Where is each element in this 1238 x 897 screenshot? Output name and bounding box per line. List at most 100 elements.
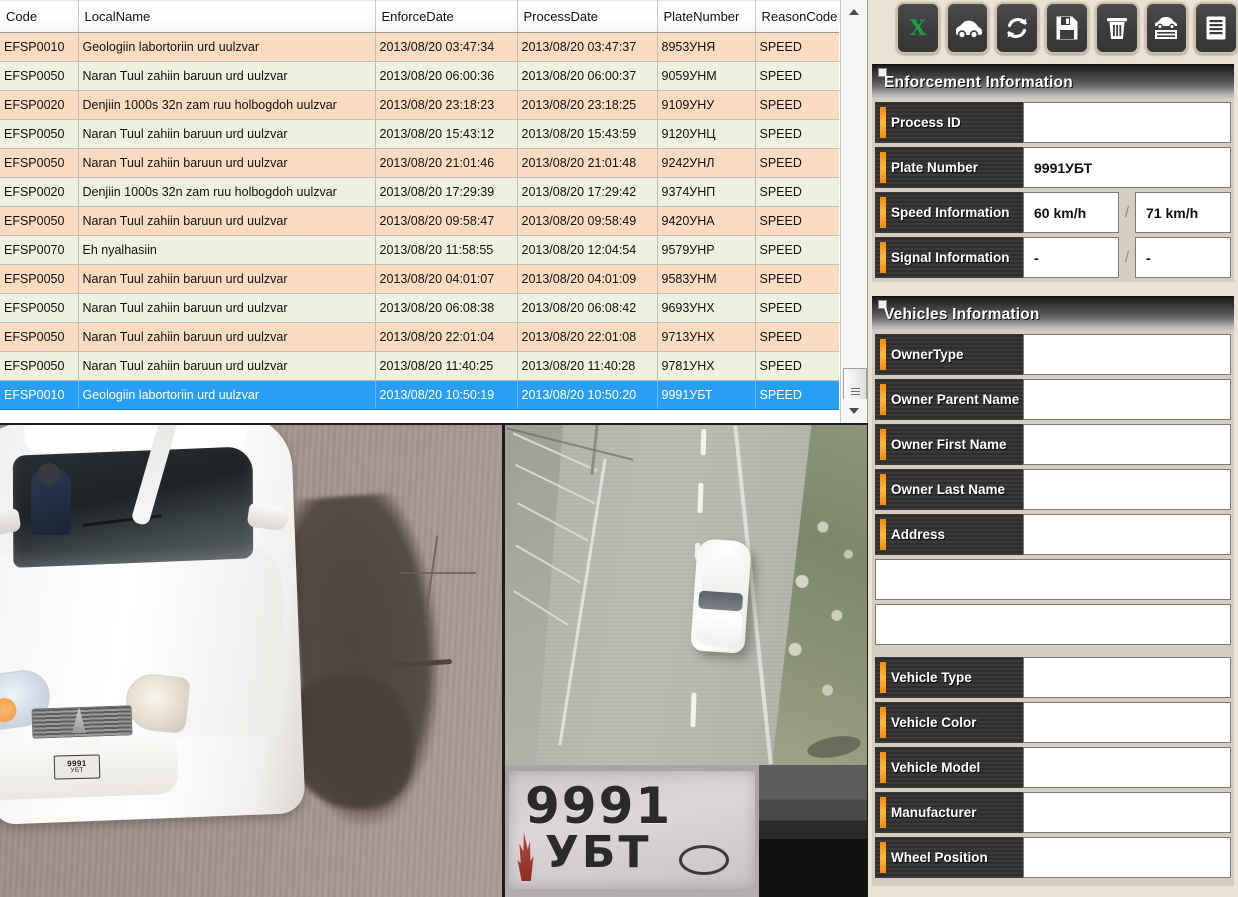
- plate-number-label: Plate Number: [891, 160, 979, 175]
- manufacturer-input[interactable]: [1023, 792, 1231, 833]
- field-row-address: Address: [875, 514, 1231, 555]
- column-header-platenumber[interactable]: PlateNumber: [657, 0, 756, 33]
- vehicle-type-label-cell: Vehicle Type: [875, 657, 1023, 698]
- plate-number-input[interactable]: 9991УБТ: [1023, 147, 1231, 188]
- cell-code: EFSP0010: [0, 380, 79, 410]
- column-header-processdate[interactable]: ProcessDate: [517, 0, 658, 33]
- table-row[interactable]: EFSP0050 Naran Tuul zahiin baruun urd uul…: [0, 293, 839, 323]
- enforcement-panel-header: Enforcement Information: [872, 64, 1234, 99]
- cell-code: EFSP0050: [0, 351, 79, 381]
- table-row[interactable]: EFSP0050 Naran Tuul zahiin baruun urd uul…: [0, 206, 839, 236]
- export-excel-button[interactable]: X: [896, 2, 940, 54]
- extra-value-fields-group: [875, 559, 1231, 645]
- table-row[interactable]: EFSP0020 Denjiin 1000s 32n zam ruu holbog…: [0, 177, 839, 207]
- table-row[interactable]: EFSP0050 Naran Tuul zahiin baruun urd uul…: [0, 148, 839, 178]
- cell-platenumber: 9781УНХ: [657, 351, 756, 381]
- vehicle-type-input[interactable]: [1023, 657, 1231, 698]
- table-row[interactable]: EFSP0070 Eh nyalhasiin 2013/08/20 11:58:55…: [0, 235, 839, 265]
- table-row[interactable]: EFSP0050 Naran Tuul zahiin baruun urd uul…: [0, 322, 839, 352]
- table-row[interactable]: EFSP0050 Naran Tuul zahiin baruun urd uul…: [0, 351, 839, 381]
- vehicle-report-button[interactable]: [1144, 2, 1189, 54]
- cell-enforcedate: 2013/08/20 23:18:23: [375, 90, 518, 120]
- cell-reasoncode: SPEED: [755, 264, 839, 294]
- speed-measured-input[interactable]: 71 km/h: [1135, 192, 1231, 233]
- cell-localname: Naran Tuul zahiin baruun urd uulzvar: [78, 206, 376, 236]
- road-overview-photo[interactable]: [505, 425, 867, 765]
- evidence-images: 9991 УБТ 9991 УБТ: [0, 423, 868, 897]
- signal-input-1[interactable]: -: [1023, 237, 1119, 278]
- refresh-button[interactable]: [995, 2, 1040, 54]
- table-row[interactable]: EFSP0050 Naran Tuul zahiin baruun urd uul…: [0, 264, 839, 294]
- cell-processdate: 2013/08/20 23:18:25: [517, 90, 658, 120]
- cell-processdate: 2013/08/20 06:00:37: [517, 61, 658, 91]
- table-row[interactable]: EFSP0050 Naran Tuul zahiin baruun urd uul…: [0, 119, 839, 149]
- field-row-owner-first-name: Owner First Name: [875, 424, 1231, 465]
- vehicle-color-input[interactable]: [1023, 702, 1231, 743]
- grid-vertical-scrollbar[interactable]: [840, 0, 867, 423]
- save-button[interactable]: [1045, 2, 1089, 54]
- plate-emblem-icon: [517, 832, 534, 881]
- extra-value-input-1[interactable]: [875, 559, 1231, 600]
- process-id-input[interactable]: [1023, 102, 1231, 143]
- cell-reasoncode: SPEED: [755, 119, 839, 149]
- delete-button[interactable]: [1094, 2, 1139, 54]
- owner-fields-group: OwnerType Owner Parent Name Owner First Na…: [875, 334, 1231, 555]
- speed-limit-input[interactable]: 60 km/h: [1023, 192, 1119, 233]
- field-row-owner-parent-name: Owner Parent Name: [875, 379, 1231, 420]
- address-label: Address: [891, 527, 946, 542]
- table-header-row: Code LocalName EnforceDate ProcessDate P…: [0, 0, 839, 33]
- vehicle-closeup-photo[interactable]: 9991 УБТ: [0, 425, 502, 897]
- guard-rail: [509, 425, 601, 665]
- owner-first-name-label-cell: Owner First Name: [875, 424, 1023, 465]
- owner-parent-name-input[interactable]: [1023, 379, 1231, 420]
- column-header-enforcedate[interactable]: EnforceDate: [375, 0, 518, 33]
- field-row-plate-number: Plate Number 9991УБТ: [875, 147, 1231, 188]
- ownertype-input[interactable]: [1023, 334, 1231, 375]
- cell-localname: Denjiin 1000s 32n zam ruu holbogdoh uulz…: [78, 90, 376, 120]
- pavement-marking-cross: [400, 572, 476, 574]
- field-row-ownertype: OwnerType: [875, 334, 1231, 375]
- enforcement-information-panel: Enforcement Information Process ID Plate…: [872, 64, 1234, 282]
- owner-first-name-input[interactable]: [1023, 424, 1231, 465]
- report-list-button[interactable]: [1194, 2, 1238, 54]
- column-header-reasoncode[interactable]: ReasonCode: [755, 0, 839, 33]
- cell-enforcedate: 2013/08/20 15:43:12: [375, 119, 518, 149]
- table-row[interactable]: EFSP0050 Naran Tuul zahiin baruun urd uul…: [0, 61, 839, 91]
- violations-grid[interactable]: Code LocalName EnforceDate ProcessDate P…: [0, 0, 868, 423]
- table-row[interactable]: EFSP0010 Geologiin labortoriin urd uulzva…: [0, 32, 839, 62]
- action-toolbar: X: [868, 0, 1238, 56]
- scroll-down-button[interactable]: [841, 399, 867, 423]
- vehicle-lookup-button[interactable]: [945, 2, 990, 54]
- cell-code: EFSP0010: [0, 32, 79, 62]
- cell-processdate: 2013/08/20 11:40:28: [517, 351, 658, 381]
- owner-last-name-input[interactable]: [1023, 469, 1231, 510]
- ownertype-label: OwnerType: [891, 347, 964, 362]
- cell-processdate: 2013/08/20 03:47:37: [517, 32, 658, 62]
- scroll-up-button[interactable]: [841, 0, 867, 24]
- wheel-position-label: Wheel Position: [891, 850, 988, 865]
- license-plate-crop[interactable]: 9991 УБТ: [505, 765, 867, 897]
- extra-value-input-2[interactable]: [875, 604, 1231, 645]
- column-header-localname[interactable]: LocalName: [78, 0, 376, 33]
- chevron-down-icon: [849, 408, 859, 414]
- table-row[interactable]: EFSP0010 Geologiin labortoriin urd uulzva…: [0, 380, 839, 410]
- plate-seal-icon: [679, 845, 729, 875]
- vehicle-model-input[interactable]: [1023, 747, 1231, 788]
- car-icon: [955, 20, 982, 39]
- cell-enforcedate: 2013/08/20 22:01:04: [375, 322, 518, 352]
- cell-code: EFSP0050: [0, 322, 79, 352]
- vehicles-panel-header: Vehicles Information: [872, 296, 1234, 331]
- cell-enforcedate: 2013/08/20 11:40:25: [375, 351, 518, 381]
- refresh-icon: [1007, 18, 1027, 38]
- table-row[interactable]: EFSP0020 Denjiin 1000s 32n zam ruu holbog…: [0, 90, 839, 120]
- grip-icon: [850, 386, 860, 397]
- column-header-code[interactable]: Code: [0, 0, 79, 33]
- cell-localname: Naran Tuul zahiin baruun urd uulzvar: [78, 119, 376, 149]
- wheel-position-input[interactable]: [1023, 837, 1231, 878]
- cell-enforcedate: 2013/08/20 06:08:38: [375, 293, 518, 323]
- field-row-vehicle-type: Vehicle Type: [875, 657, 1231, 698]
- owner-parent-name-label: Owner Parent Name: [891, 392, 1020, 407]
- signal-input-2[interactable]: -: [1135, 237, 1231, 278]
- wheel-position-label-cell: Wheel Position: [875, 837, 1023, 878]
- address-input[interactable]: [1023, 514, 1231, 555]
